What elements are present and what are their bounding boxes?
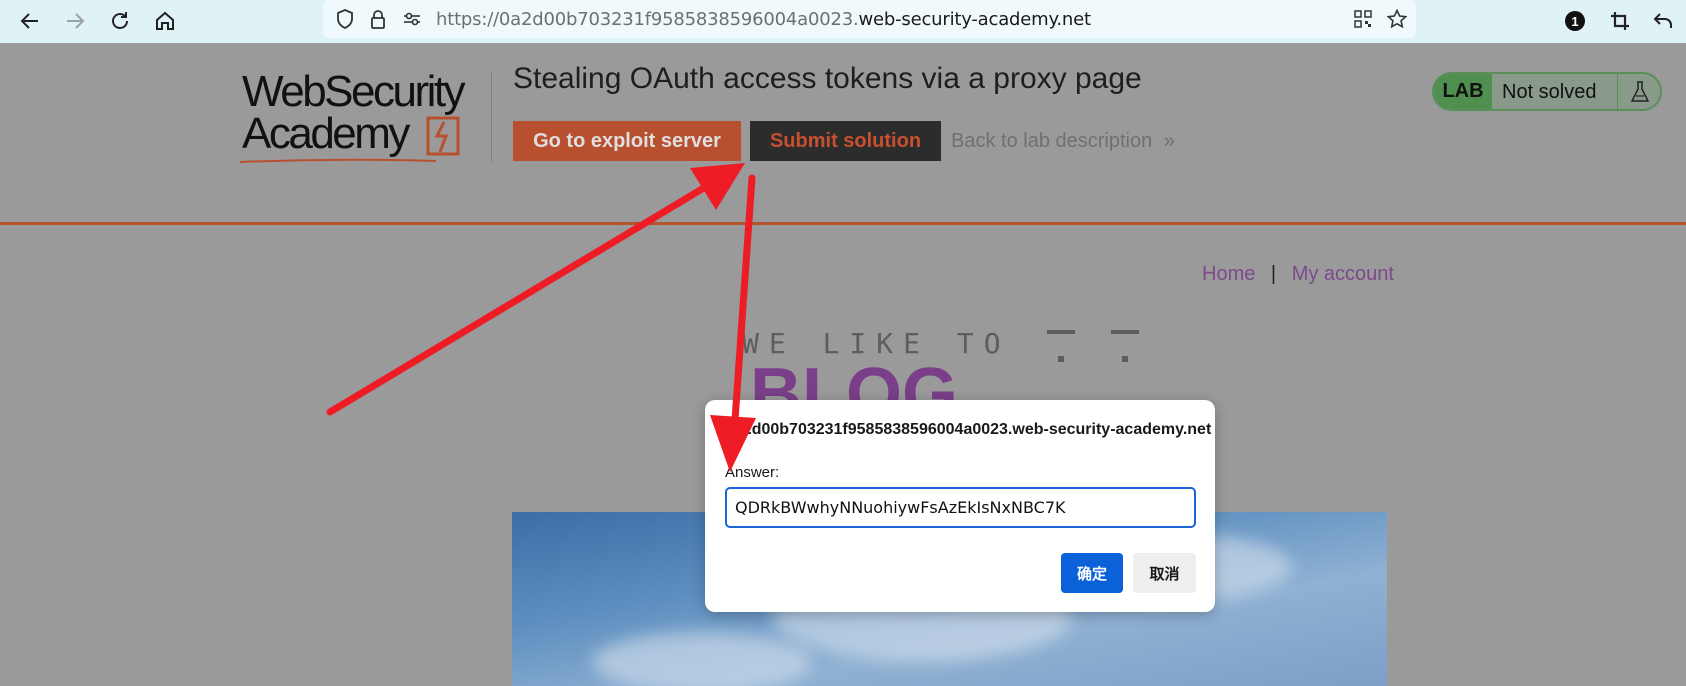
forward-icon[interactable] [60, 6, 90, 36]
lab-title: Stealing OAuth access tokens via a proxy… [513, 62, 1142, 95]
top-nav: Home | My account [1202, 263, 1394, 286]
logo-lightning-icon [426, 116, 460, 156]
back-icon[interactable] [15, 6, 45, 36]
flask-icon [1617, 74, 1660, 109]
extension-badge-icon[interactable]: 1 [1560, 6, 1590, 36]
undo-icon[interactable] [1648, 6, 1678, 36]
header-separator [0, 222, 1686, 225]
lab-label: LAB [1434, 74, 1492, 109]
logo-underline [239, 158, 437, 163]
cancel-button[interactable]: 取消 [1133, 553, 1196, 593]
lock-icon[interactable] [366, 7, 390, 31]
lab-status-text: Not solved [1502, 81, 1597, 103]
logo-line1: WebSecurity [242, 67, 466, 116]
web-security-academy-logo[interactable]: WebSecurity Academy [239, 65, 490, 165]
dialog-origin: 0a2d00b703231f9585838596004a0023.web-sec… [725, 421, 1212, 438]
answer-label: Answer: [725, 464, 780, 481]
chevron-right-icon: » [1163, 130, 1175, 152]
back-link-label: Back to lab description [951, 130, 1153, 152]
nav-my-account-link[interactable]: My account [1292, 263, 1394, 285]
crop-icon[interactable] [1605, 6, 1635, 36]
nav-separator: | [1270, 263, 1277, 285]
go-to-exploit-server-button[interactable]: Go to exploit server [513, 121, 741, 161]
submit-solution-button[interactable]: Submit solution [750, 121, 941, 161]
permissions-icon[interactable] [400, 7, 424, 31]
address-bar[interactable]: https://0a2d00b703231f9585838596004a0023… [323, 0, 1416, 38]
prompt-dialog: 0a2d00b703231f9585838596004a0023.web-sec… [705, 400, 1215, 612]
extension-badge-count: 1 [1571, 13, 1579, 29]
shield-icon[interactable] [333, 7, 357, 31]
browser-toolbar: https://0a2d00b703231f9585838596004a0023… [0, 0, 1686, 43]
logo-line2: Academy [242, 109, 410, 158]
nav-home-link[interactable]: Home [1202, 263, 1255, 285]
back-to-lab-description-link[interactable]: Back to lab description » [951, 130, 1175, 153]
reload-icon[interactable] [105, 6, 135, 36]
home-icon[interactable] [150, 6, 180, 36]
bookmark-star-icon[interactable] [1385, 7, 1409, 31]
blog-decoration-icon [1047, 330, 1139, 362]
answer-input[interactable] [725, 487, 1196, 528]
header-divider [491, 71, 492, 163]
lab-status-badge: LAB Not solved [1432, 72, 1662, 111]
url-text: https://0a2d00b703231f9585838596004a0023… [436, 9, 1091, 30]
qr-code-icon[interactable] [1351, 7, 1375, 31]
ok-button[interactable]: 确定 [1061, 553, 1123, 593]
